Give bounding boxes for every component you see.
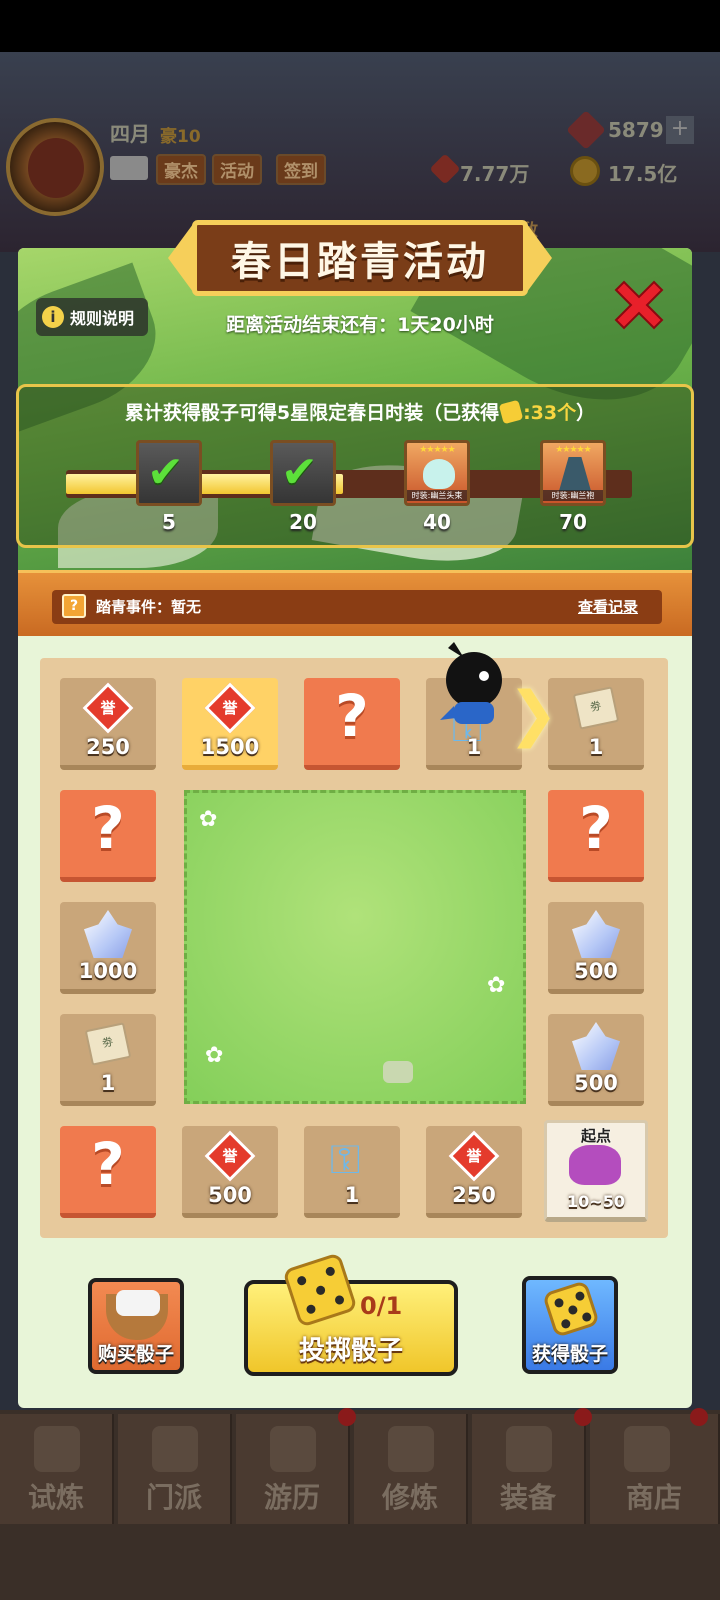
notification-dot bbox=[690, 1408, 708, 1426]
coin-count: 17.5亿 bbox=[608, 162, 678, 186]
question-mark-icon: ? bbox=[91, 1130, 125, 1198]
milestone-number: 5 bbox=[162, 510, 176, 534]
roll-count: 0/1 bbox=[360, 1292, 403, 1320]
board-tile-crystal: 1000 bbox=[60, 902, 156, 994]
crystal-icon bbox=[572, 1022, 620, 1070]
coin-icon bbox=[570, 156, 600, 186]
tag-heroes[interactable]: 豪杰 bbox=[156, 154, 206, 185]
star-rating: ★★★★★ bbox=[419, 445, 455, 455]
board-tile-honor: 誉 500 bbox=[182, 1126, 278, 1218]
honor-token-icon: 誉 bbox=[82, 682, 134, 734]
equipment-icon bbox=[506, 1426, 552, 1472]
nav-travel[interactable]: 游历 bbox=[236, 1414, 350, 1524]
event-title-banner: 春日踏青活动 bbox=[168, 212, 552, 302]
nav-cultivate[interactable]: 修炼 bbox=[354, 1414, 468, 1524]
board-tile-mystery: ? bbox=[60, 790, 156, 882]
dice-icon bbox=[498, 399, 524, 425]
milestone-number: 40 bbox=[423, 510, 451, 534]
board-center-field: ✿ ✿ ✿ bbox=[184, 790, 526, 1104]
board-tile-mystery: ? bbox=[60, 1126, 156, 1218]
dice-icon bbox=[542, 1280, 600, 1338]
buy-dice-button[interactable]: 购买骰子 bbox=[88, 1278, 184, 1374]
milestone-5[interactable]: ✔ bbox=[136, 440, 202, 506]
milestone-40[interactable]: ★★★★★ 时装:幽兰头束 bbox=[404, 440, 470, 506]
question-mark-icon: ? bbox=[91, 794, 125, 862]
board-tile-start: 起点 10~50 bbox=[544, 1120, 648, 1222]
direction-arrow-icon: ❯ bbox=[508, 679, 559, 749]
board-tile-honor: 誉 250 bbox=[60, 678, 156, 770]
ticket-scroll-icon: 劵 bbox=[84, 1022, 132, 1066]
tag-checkin[interactable]: 签到 bbox=[276, 154, 326, 185]
avatar[interactable] bbox=[6, 118, 104, 216]
add-gems-icon[interactable]: + bbox=[666, 116, 694, 144]
honor-token-icon: 誉 bbox=[448, 1130, 500, 1182]
travel-icon bbox=[270, 1426, 316, 1472]
flower-icon: ✿ bbox=[205, 1043, 224, 1068]
status-bar bbox=[0, 0, 720, 52]
rules-button[interactable]: i 规则说明 bbox=[36, 298, 148, 336]
honor-token-icon: 誉 bbox=[204, 682, 256, 734]
milestone-20[interactable]: ✔ bbox=[270, 440, 336, 506]
tag-activity[interactable]: 活动 bbox=[212, 154, 262, 185]
info-icon: i bbox=[42, 306, 64, 328]
question-mark-icon: ? bbox=[579, 794, 613, 862]
treasure-bag-icon bbox=[569, 1145, 621, 1185]
nav-sect[interactable]: 门派 bbox=[118, 1414, 232, 1524]
board-tile-honor: 誉 250 bbox=[426, 1126, 522, 1218]
board-tile-mystery: ? bbox=[548, 790, 644, 882]
close-icon[interactable] bbox=[610, 276, 668, 334]
board-tile-key: ⚿ 1 bbox=[304, 1126, 400, 1218]
milestone-number: 70 bbox=[559, 510, 587, 534]
shop-icon bbox=[624, 1426, 670, 1472]
player-name: 四月 bbox=[110, 122, 150, 146]
mail-icon[interactable] bbox=[110, 156, 148, 180]
crystal-icon bbox=[84, 910, 132, 958]
player-character bbox=[440, 642, 502, 724]
view-records-link[interactable]: 查看记录 bbox=[578, 596, 638, 617]
board-tile-crystal: 500 bbox=[548, 902, 644, 994]
notification-dot bbox=[574, 1408, 592, 1426]
ticket-scroll-icon: 劵 bbox=[572, 686, 620, 730]
question-mark-icon: ? bbox=[335, 682, 369, 750]
nav-trial[interactable]: 试炼 bbox=[0, 1414, 114, 1524]
event-news-text: 踏青事件：暂无 bbox=[96, 598, 202, 616]
costume-robe-icon bbox=[559, 457, 591, 491]
rules-label: 规则说明 bbox=[70, 309, 135, 328]
dice-count: :33个 bbox=[523, 402, 577, 424]
question-icon: ? bbox=[62, 594, 86, 618]
board-tile-crystal: 500 bbox=[548, 1014, 644, 1106]
flower-icon: ✿ bbox=[199, 807, 218, 832]
gem-count: 5879 bbox=[608, 118, 664, 142]
flower-icon: ✿ bbox=[487, 973, 506, 998]
trial-icon bbox=[34, 1426, 80, 1472]
get-dice-button[interactable]: 获得骰子 bbox=[522, 1276, 618, 1374]
board-tile-ticket: 劵 1 bbox=[60, 1014, 156, 1106]
costume-headband-icon bbox=[423, 459, 455, 489]
sect-icon bbox=[152, 1426, 198, 1472]
roll-dice-label: 投掷骰子 bbox=[298, 1336, 403, 1366]
countdown-text: 距离活动结束还有：1天20小时 bbox=[226, 314, 494, 336]
event-title: 春日踏青活动 bbox=[231, 239, 489, 285]
star-rating: ★★★★★ bbox=[555, 445, 591, 455]
notification-dot bbox=[338, 1408, 356, 1426]
power-value: 7.77万 bbox=[460, 162, 530, 186]
vip-badge: 豪10 bbox=[160, 127, 201, 147]
board-tile-mystery: ? bbox=[304, 678, 400, 770]
rock-icon bbox=[383, 1061, 413, 1083]
check-icon: ✔ bbox=[281, 447, 318, 498]
progress-title: 累计获得骰子可得5星限定春日时装（已获得:33个） bbox=[0, 398, 720, 425]
cultivate-icon bbox=[388, 1426, 434, 1472]
milestone-70[interactable]: ★★★★★ 时装:幽兰袍 bbox=[540, 440, 606, 506]
check-icon: ✔ bbox=[147, 447, 184, 498]
start-label: 起点 bbox=[580, 1127, 611, 1145]
board-tile-ticket: 劵 1 bbox=[548, 678, 644, 770]
crystal-icon bbox=[572, 910, 620, 958]
board-tile-honor: 誉 1500 bbox=[182, 678, 278, 770]
milestone-number: 20 bbox=[289, 510, 317, 534]
honor-token-icon: 誉 bbox=[204, 1130, 256, 1182]
nav-equipment[interactable]: 装备 bbox=[472, 1414, 586, 1524]
nav-shop[interactable]: 商店 bbox=[590, 1414, 720, 1524]
key-icon: ⚿ bbox=[330, 1137, 361, 1183]
